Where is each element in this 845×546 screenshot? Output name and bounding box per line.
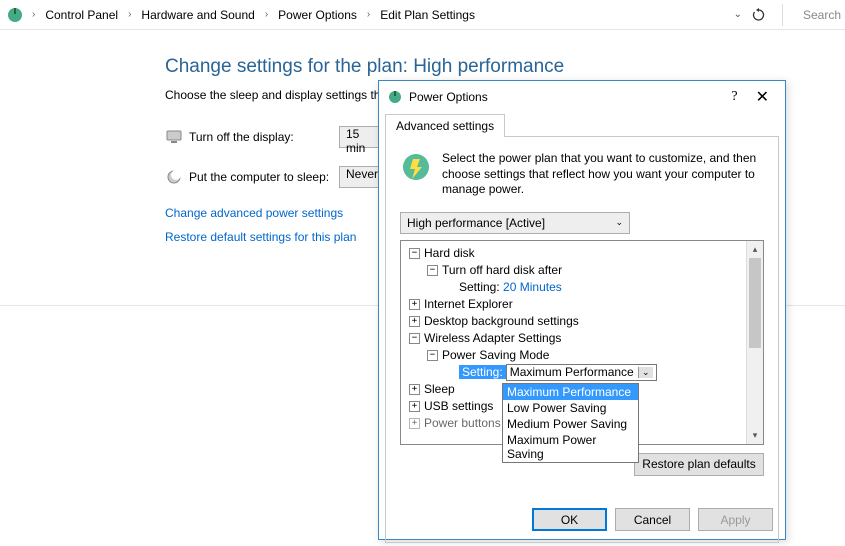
collapse-icon[interactable]: − <box>409 248 420 259</box>
display-timeout-select[interactable]: 15 min <box>339 126 383 148</box>
breadcrumb-item[interactable]: Edit Plan Settings <box>376 6 479 24</box>
tree-node-wireless[interactable]: −Wireless Adapter Settings <box>403 330 744 347</box>
battery-icon <box>400 151 432 183</box>
breadcrumb-item[interactable]: Control Panel <box>41 6 122 24</box>
tree-node-hdd-setting[interactable]: Setting: 20 Minutes <box>403 279 744 296</box>
collapse-icon[interactable]: − <box>409 333 420 344</box>
breadcrumb: › Control Panel › Hardware and Sound › P… <box>0 0 845 30</box>
chevron-right-icon: › <box>361 9 376 20</box>
plan-select-value: High performance [Active] <box>407 216 545 230</box>
expand-icon[interactable]: + <box>409 384 420 395</box>
setting-label: Put the computer to sleep: <box>189 170 339 184</box>
combo-option[interactable]: Medium Power Saving <box>503 416 638 432</box>
page-title: Change settings for the plan: High perfo… <box>165 56 845 78</box>
display-icon <box>165 128 183 146</box>
apply-button[interactable]: Apply <box>698 508 773 531</box>
help-button[interactable]: ? <box>721 89 747 105</box>
tree-node-hard-disk[interactable]: −Hard disk <box>403 245 744 262</box>
expand-icon[interactable]: + <box>409 299 420 310</box>
setting-label: Turn off the display: <box>189 130 339 144</box>
expand-icon[interactable]: + <box>409 401 420 412</box>
scroll-down-icon[interactable]: ▾ <box>747 427 763 444</box>
close-button[interactable]: ✕ <box>748 87 777 107</box>
refresh-icon[interactable] <box>752 8 766 22</box>
scrollbar-thumb[interactable] <box>749 258 761 348</box>
combo-option[interactable]: Maximum Performance <box>503 384 638 400</box>
tree-node-turn-off-hdd[interactable]: −Turn off hard disk after <box>403 262 744 279</box>
cancel-button[interactable]: Cancel <box>615 508 690 531</box>
hdd-setting-value[interactable]: 20 Minutes <box>503 280 562 294</box>
power-icon <box>387 89 403 105</box>
sleep-timeout-select[interactable]: Never <box>339 166 383 188</box>
chevron-down-icon: ⌄ <box>615 217 623 228</box>
power-plan-icon <box>6 6 24 24</box>
combo-option[interactable]: Low Power Saving <box>503 400 638 416</box>
collapse-icon[interactable]: − <box>427 265 438 276</box>
breadcrumb-item[interactable]: Power Options <box>274 6 361 24</box>
chevron-down-icon: ⌄ <box>638 367 653 378</box>
search-input[interactable]: Search <box>799 8 839 22</box>
tree-node-ie[interactable]: +Internet Explorer <box>403 296 744 313</box>
chevron-down-icon[interactable]: ⌄ <box>734 9 742 20</box>
expand-icon[interactable]: + <box>409 418 420 429</box>
moon-icon <box>165 168 183 186</box>
ok-button[interactable]: OK <box>532 508 607 531</box>
chevron-right-icon: › <box>26 9 41 20</box>
expand-icon[interactable]: + <box>409 316 420 327</box>
tree-node-wireless-setting[interactable]: Setting: Maximum Performance⌄ <box>403 364 744 381</box>
power-saving-dropdown: Maximum Performance Low Power Saving Med… <box>502 383 639 463</box>
settings-tree: −Hard disk −Turn off hard disk after Set… <box>400 240 764 445</box>
chevron-right-icon: › <box>122 9 137 20</box>
breadcrumb-item[interactable]: Hardware and Sound <box>137 6 258 24</box>
combo-option[interactable]: Maximum Power Saving <box>503 432 638 462</box>
dialog-titlebar: Power Options ? ✕ <box>379 81 785 113</box>
dialog-tabs: Advanced settings <box>379 113 785 136</box>
tab-panel: Select the power plan that you want to c… <box>385 136 779 543</box>
power-options-dialog: Power Options ? ✕ Advanced settings Sele… <box>378 80 786 540</box>
dialog-description: Select the power plan that you want to c… <box>442 151 764 198</box>
restore-plan-defaults-button[interactable]: Restore plan defaults <box>634 453 764 476</box>
tab-advanced-settings[interactable]: Advanced settings <box>385 114 505 137</box>
plan-select[interactable]: High performance [Active] ⌄ <box>400 212 630 234</box>
power-saving-combo[interactable]: Maximum Performance⌄ <box>506 364 657 381</box>
dialog-title: Power Options <box>409 90 721 104</box>
tree-node-desktop-bg[interactable]: +Desktop background settings <box>403 313 744 330</box>
tree-node-power-saving[interactable]: −Power Saving Mode <box>403 347 744 364</box>
collapse-icon[interactable]: − <box>427 350 438 361</box>
tree-scrollbar[interactable]: ▴ ▾ <box>746 241 763 444</box>
chevron-right-icon: › <box>259 9 274 20</box>
scroll-up-icon[interactable]: ▴ <box>747 241 763 258</box>
